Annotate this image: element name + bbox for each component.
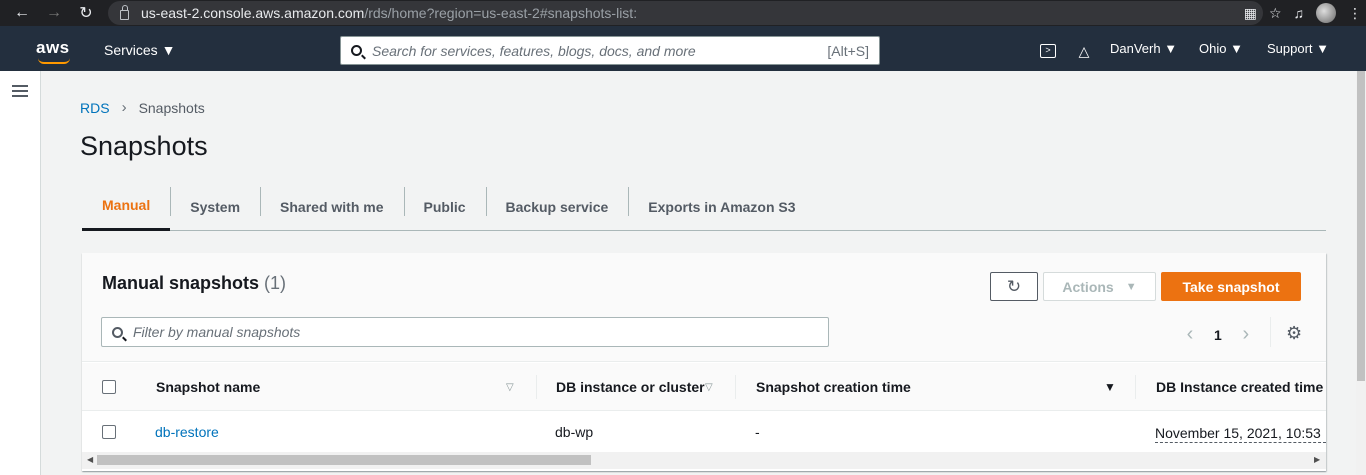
- db-instance-cell: db-wp: [555, 424, 594, 440]
- col-snapshot-name[interactable]: Snapshot name: [156, 363, 260, 411]
- tab-exports-s3[interactable]: Exports in Amazon S3: [628, 182, 815, 231]
- menu-icon[interactable]: ⋮: [1348, 5, 1362, 22]
- aws-top-nav: aws Services ▼ Search for services, feat…: [0, 26, 1366, 71]
- panel-title: Manual snapshots (1): [102, 273, 286, 294]
- horizontal-scrollbar[interactable]: ◀ ▶: [82, 452, 1326, 469]
- row-checkbox-cell: [102, 412, 116, 452]
- lock-icon: [120, 4, 129, 20]
- reload-icon[interactable]: ↻: [72, 0, 100, 26]
- star-icon[interactable]: ☆: [1269, 5, 1282, 22]
- side-navigation: [0, 71, 41, 475]
- panel-title-text: Manual snapshots: [102, 273, 260, 293]
- col-creation-time[interactable]: Snapshot creation time: [756, 363, 911, 411]
- actions-button[interactable]: Actions ▼: [1043, 272, 1156, 301]
- back-icon[interactable]: ←: [8, 0, 36, 26]
- breadcrumb: RDS › Snapshots: [80, 99, 205, 116]
- row-checkbox[interactable]: [102, 425, 116, 439]
- translate-icon[interactable]: ▦: [1244, 5, 1257, 22]
- actions-label: Actions: [1062, 278, 1114, 295]
- hamburger-menu-icon[interactable]: [12, 85, 28, 97]
- tab-shared-with-me[interactable]: Shared with me: [260, 182, 403, 231]
- col-instance-created[interactable]: DB Instance created time: [1156, 363, 1323, 411]
- search-icon: [351, 45, 362, 56]
- browser-actions: ▦ ☆ ♫ ⋮: [1244, 0, 1362, 26]
- pagination: ‹ 1 ›: [1180, 323, 1256, 346]
- refresh-icon: ↻: [1006, 276, 1022, 296]
- page-number[interactable]: 1: [1214, 327, 1222, 343]
- support-menu[interactable]: Support ▼: [1267, 26, 1329, 71]
- vertical-scrollbar-thumb[interactable]: [1357, 71, 1365, 381]
- browser-toolbar: ← → ↻ us-east-2.console.aws.amazon.com/r…: [0, 0, 1366, 26]
- scroll-left-icon[interactable]: ◀: [87, 455, 93, 464]
- playlist-icon[interactable]: ♫: [1294, 5, 1305, 21]
- sort-icon[interactable]: ▽: [506, 363, 514, 411]
- table-row: db-restore db-wp - November 15, 2021, 10…: [82, 412, 1326, 452]
- panel-count: (1): [264, 273, 287, 293]
- forward-icon[interactable]: →: [40, 0, 68, 26]
- caret-down-icon: ▼: [1125, 280, 1137, 293]
- instance-created-cell: November 15, 2021, 10:53: [1155, 423, 1326, 443]
- address-bar[interactable]: us-east-2.console.aws.amazon.com/rds/hom…: [108, 1, 1263, 25]
- url-host: us-east-2.console.aws.amazon.com: [141, 5, 365, 21]
- vertical-scrollbar[interactable]: [1356, 71, 1366, 475]
- breadcrumb-current: Snapshots: [138, 99, 205, 116]
- search-shortcut: [Alt+S]: [827, 42, 869, 59]
- table-header: Snapshot name ▽ DB instance or cluster ▽…: [82, 363, 1326, 411]
- scrollbar-thumb[interactable]: [97, 455, 591, 465]
- page-title: Snapshots: [80, 131, 208, 161]
- filter-placeholder: Filter by manual snapshots: [133, 324, 301, 340]
- tab-backup-service[interactable]: Backup service: [485, 182, 629, 231]
- cloudshell-icon[interactable]: >: [1040, 44, 1056, 58]
- column-divider: [735, 375, 736, 399]
- services-menu[interactable]: Services ▼: [104, 42, 175, 58]
- search-placeholder: Search for services, features, blogs, do…: [372, 42, 696, 59]
- next-page-icon[interactable]: ›: [1236, 323, 1256, 346]
- filter-input[interactable]: Filter by manual snapshots: [101, 317, 829, 347]
- search-input[interactable]: Search for services, features, blogs, do…: [340, 36, 880, 65]
- aws-logo-smile-icon: [38, 58, 70, 64]
- gear-icon[interactable]: ⚙: [1286, 323, 1302, 344]
- aws-logo[interactable]: aws: [36, 38, 70, 58]
- column-divider: [1135, 375, 1136, 399]
- url-path: /rds/home?region=us-east-2#snapshots-lis…: [364, 5, 638, 21]
- tab-system[interactable]: System: [170, 182, 260, 231]
- breadcrumb-separator-icon: ›: [121, 99, 127, 116]
- tab-public[interactable]: Public: [403, 182, 486, 231]
- region-menu[interactable]: Ohio ▼: [1199, 26, 1243, 71]
- select-all-checkbox-cell: [102, 363, 116, 411]
- manual-snapshots-panel: Manual snapshots (1) ↻ Actions ▼ Take sn…: [82, 253, 1326, 471]
- snapshot-name-link[interactable]: db-restore: [155, 412, 219, 452]
- user-menu[interactable]: DanVerh ▼: [1110, 26, 1177, 71]
- prev-page-icon[interactable]: ‹: [1180, 323, 1200, 346]
- tab-manual[interactable]: Manual: [82, 182, 171, 231]
- breadcrumb-rds[interactable]: RDS: [80, 100, 110, 116]
- avatar[interactable]: [1316, 3, 1336, 23]
- sort-icon[interactable]: ▽: [705, 363, 713, 411]
- col-db-instance[interactable]: DB instance or cluster: [556, 363, 705, 411]
- sort-desc-icon[interactable]: ▼: [1104, 363, 1116, 411]
- select-all-checkbox[interactable]: [102, 380, 116, 394]
- refresh-button[interactable]: ↻: [990, 272, 1038, 301]
- snapshot-tabs: Manual System Shared with me Public Back…: [82, 182, 1326, 231]
- search-icon: [112, 326, 123, 338]
- bell-icon[interactable]: △: [1076, 43, 1092, 59]
- panel-header: Manual snapshots (1) ↻ Actions ▼ Take sn…: [82, 253, 1326, 362]
- scroll-right-icon[interactable]: ▶: [1314, 455, 1320, 464]
- column-divider: [536, 375, 537, 399]
- take-snapshot-button[interactable]: Take snapshot: [1161, 272, 1301, 301]
- creation-time-cell: -: [755, 424, 760, 440]
- pager-divider: [1270, 317, 1271, 347]
